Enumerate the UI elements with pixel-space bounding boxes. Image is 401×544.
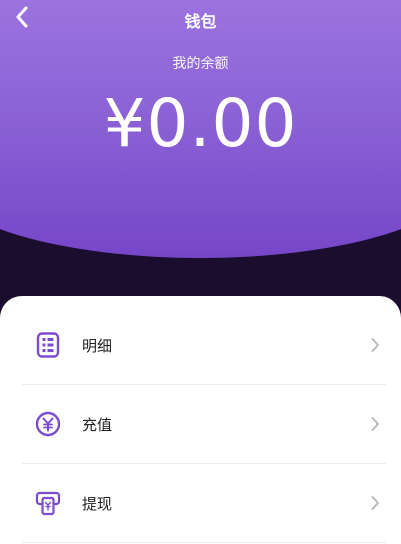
menu-item-recharge[interactable]: 充值: [22, 385, 386, 464]
chevron-right-icon: [371, 417, 379, 431]
menu-item-label: 充值: [82, 415, 113, 434]
menu-item-label: 明细: [82, 336, 113, 355]
menu-item-withdraw[interactable]: 提现: [22, 464, 386, 543]
list-detail-icon: [35, 332, 61, 358]
page-title: 钱包: [184, 12, 217, 31]
menu-item-details[interactable]: 明细: [22, 306, 386, 385]
chevron-right-icon: [371, 338, 379, 352]
withdraw-card-icon: [35, 490, 61, 516]
menu-card: 明细 充值 提现: [0, 296, 401, 544]
top-bar: 钱包: [0, 0, 401, 34]
balance-label: 我的余额: [172, 56, 229, 72]
yuan-coin-icon: [35, 411, 61, 437]
chevron-right-icon: [371, 496, 379, 510]
menu-item-label: 提现: [82, 494, 113, 513]
balance-amount: ¥0.00: [103, 85, 298, 162]
wallet-page: 钱包 我的余额 ¥0.00 明细 充值 提现: [0, 0, 401, 544]
